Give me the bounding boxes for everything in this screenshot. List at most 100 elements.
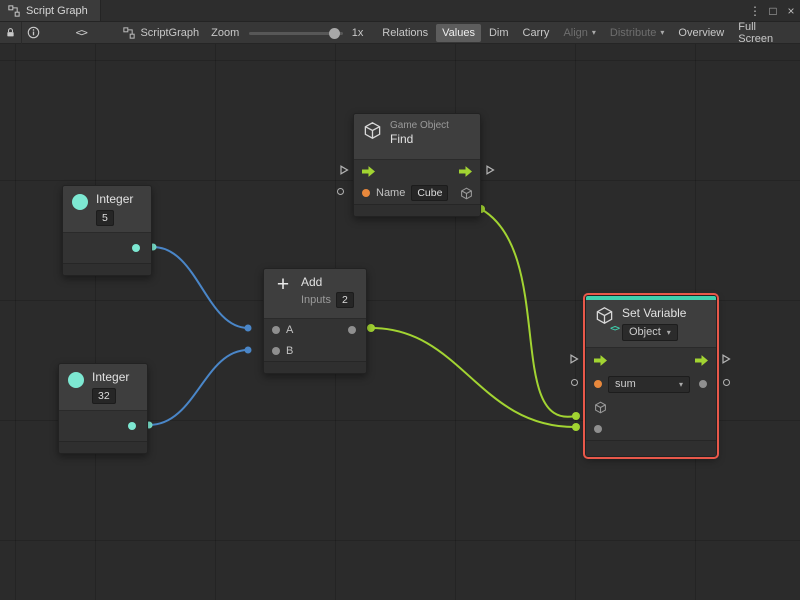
node-footer [63,263,151,275]
node-integer-top[interactable]: Integer 5 [62,185,152,276]
integer-value-field[interactable]: 5 [96,210,114,226]
integer-icon [72,194,88,210]
name-port-circle[interactable] [337,188,344,195]
inputs-count-field[interactable]: 2 [335,292,354,308]
script-graph-icon [123,26,136,39]
integer-output-port[interactable] [132,244,140,252]
overview-button[interactable]: Overview [672,24,730,42]
variable-port-circle[interactable] [571,379,578,386]
titlebar-spacer [101,0,746,21]
integer-value-field[interactable]: 32 [92,388,116,404]
port-b-label: B [286,344,294,357]
node-integer-bottom[interactable]: Integer 32 [58,363,148,454]
lock-icon [7,28,14,37]
graph-name: ScriptGraph [140,26,200,39]
values-button[interactable]: Values [436,23,481,42]
code-view-button[interactable]: <> [71,22,92,44]
values-label: Values [442,26,475,39]
flow-out-arrow-icon[interactable] [459,165,472,177]
value-input-port[interactable] [594,425,602,433]
flow-in-arrow-icon[interactable] [594,354,607,366]
node-game-object-find[interactable]: Game Object Find Name Cube [353,113,481,217]
variable-kind-label: Object [629,326,661,338]
flow-out-port-triangle[interactable] [721,354,731,364]
name-port-row: Name Cube [354,182,480,204]
unity-script-graph-window: Script Graph ⋮ □ × <> ScriptGraph Zoom 1… [0,0,800,600]
graph-icon [8,4,20,17]
flow-in-arrow-icon[interactable] [362,165,375,177]
lock-button[interactable] [0,21,22,44]
target-object-port-row [586,396,716,418]
node-title: Add [301,275,323,289]
variable-name-dropdown[interactable]: sum ▾ [608,375,690,393]
input-port-b[interactable] [272,346,280,355]
align-label: Align [563,26,588,39]
variable-name-input-port[interactable] [594,380,602,388]
maximize-icon[interactable]: □ [764,0,782,22]
flow-in-port-triangle[interactable] [569,354,579,364]
port-row-a: A [264,319,366,340]
node-header[interactable]: <> Set Variable Object ▾ [586,300,716,348]
node-title: Set Variable [622,306,687,320]
inspect-button[interactable] [22,22,45,44]
info-icon [27,26,40,39]
node-add[interactable]: + Add Inputs 2 A B [263,268,367,374]
game-object-type-icon[interactable] [460,187,473,200]
integer-output-port[interactable] [128,422,136,430]
caret-down-icon: ▾ [660,28,665,37]
caret-down-icon: ▾ [678,379,683,389]
add-output-port[interactable] [348,325,356,334]
node-title: Integer [96,192,134,206]
zoom-slider[interactable] [249,22,344,44]
relations-label: Relations [382,26,429,39]
node-header[interactable]: Integer 32 [59,364,147,411]
flow-out-port-triangle[interactable] [485,165,495,175]
full-screen-button[interactable]: Full Screen [732,20,799,45]
name-port-label: Name [376,187,406,199]
variable-name-port-row: sum ▾ [586,372,716,396]
node-header[interactable]: + Add Inputs 2 [264,269,366,319]
game-object-type-icon[interactable] [594,401,607,414]
zoom-label: Zoom [211,26,240,39]
distribute-button[interactable]: Distribute ▾ [604,24,670,42]
node-footer [264,361,366,373]
input-port-a[interactable] [272,325,280,334]
flow-out-arrow-icon[interactable] [695,354,708,366]
relations-button[interactable]: Relations [376,24,434,42]
flow-port-row [354,160,480,182]
node-title: Find [390,132,414,146]
node-header[interactable]: Game Object Find [354,114,480,160]
output-port-circle[interactable] [723,379,730,386]
value-output-port[interactable] [699,380,707,388]
tab-script-graph[interactable]: Script Graph [0,0,101,21]
variable-name-value: sum [615,377,636,390]
code-icon: <> [75,26,88,39]
name-input-port[interactable] [362,189,370,197]
add-icon: + [276,273,290,296]
kebab-menu-icon[interactable]: ⋮ [746,0,764,22]
graph-breadcrumb[interactable]: ScriptGraph [117,27,205,39]
align-button[interactable]: Align ▾ [557,24,601,42]
close-icon[interactable]: × [782,0,800,22]
carry-button[interactable]: Carry [517,24,556,42]
cube-icon [364,122,381,139]
name-value-field[interactable]: Cube [411,185,449,201]
overview-label: Overview [678,26,725,39]
carry-label: Carry [522,26,550,39]
integer-icon [68,372,84,388]
port-a-label: A [286,323,294,336]
variable-code-glyph: <> [610,324,620,334]
node-header[interactable]: Integer 5 [63,186,151,233]
node-set-variable[interactable]: <> Set Variable Object ▾ sum ▾ [585,295,717,457]
node-footer [354,204,480,216]
full-screen-label: Full Screen [738,20,774,45]
node-footer [59,441,147,453]
variable-kind-dropdown[interactable]: Object ▾ [622,324,678,341]
zoom-slider-handle[interactable] [329,27,341,39]
zoom-value: 1x [351,26,364,39]
tab-title: Script Graph [26,4,88,17]
output-port-row [63,233,151,263]
dim-button[interactable]: Dim [483,24,515,42]
distribute-label: Distribute [609,26,657,39]
flow-in-port-triangle[interactable] [339,165,349,175]
